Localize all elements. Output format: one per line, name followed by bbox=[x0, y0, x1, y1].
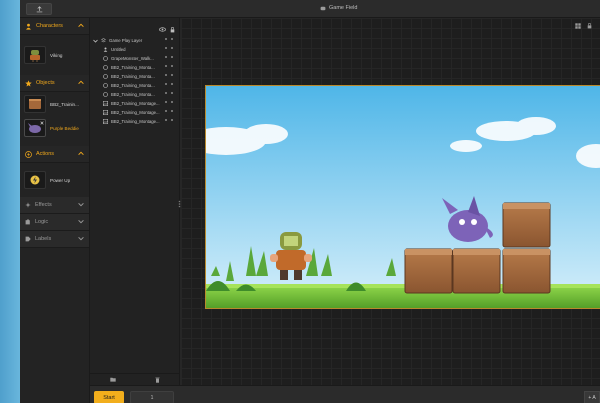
desktop-background bbox=[0, 0, 20, 403]
circle-icon bbox=[102, 74, 108, 79]
layer-row-label: BB2_Training_Monta... bbox=[111, 65, 155, 70]
layer-row-label: GrapeMonster_Walk... bbox=[111, 56, 154, 61]
list-item-label: Viking bbox=[50, 52, 63, 58]
section-actions[interactable]: Actions bbox=[20, 146, 89, 163]
viking-thumbnail bbox=[24, 46, 46, 64]
layer-row-label: BB2_Training_Monta... bbox=[111, 92, 155, 97]
asset-sidebar: Characters Viking Objects BB2_Trainin... bbox=[20, 18, 90, 403]
list-item-purple-beddie[interactable]: Purple Beddie bbox=[20, 116, 89, 140]
layer-row[interactable]: BB2_Training_Montage... bbox=[102, 117, 179, 126]
list-item-label: Purple Beddie bbox=[50, 125, 79, 131]
layer-root-label: Game Play Layer bbox=[109, 38, 143, 43]
layer-row[interactable]: BB2_Training_Montage... bbox=[102, 99, 179, 108]
layer-row-label: BB2_Training_Montage... bbox=[111, 110, 160, 115]
close-icon[interactable] bbox=[40, 121, 44, 125]
layer-row[interactable]: GrapeMonster_Walk... bbox=[102, 54, 179, 63]
layers-footer bbox=[90, 373, 180, 385]
layer-row-label: BB2_Training_Monta... bbox=[111, 83, 155, 88]
layers-panel: Game Play Layer Untitled GrapeMonster_Wa… bbox=[90, 18, 180, 385]
list-item-power-up[interactable]: Power Up bbox=[20, 163, 89, 197]
upload-icon bbox=[36, 5, 42, 12]
trash-icon[interactable] bbox=[155, 377, 160, 383]
page-input[interactable]: 1 bbox=[130, 391, 174, 403]
layer-row[interactable]: BB2_Training_Monta... bbox=[102, 72, 179, 81]
list-item-label: BB2_Trainin... bbox=[50, 101, 79, 107]
crate-thumbnail bbox=[24, 95, 46, 113]
chevron-up-icon bbox=[78, 151, 84, 156]
layer-row[interactable]: BB2_Training_Monta... bbox=[102, 90, 179, 99]
layer-row-label: BB2_Training_Montage... bbox=[111, 101, 160, 106]
chevron-up-icon bbox=[78, 23, 84, 28]
grid-icon[interactable] bbox=[575, 23, 581, 29]
section-logic-label: Logic bbox=[35, 219, 49, 225]
canvas-tools bbox=[575, 23, 592, 29]
window-title-text: Game Field bbox=[329, 5, 358, 11]
top-bar: Game Field bbox=[20, 0, 600, 18]
image-icon bbox=[102, 110, 108, 115]
layer-row[interactable]: Untitled bbox=[102, 45, 179, 54]
chevron-up-icon bbox=[78, 80, 84, 85]
power-up-thumbnail bbox=[24, 171, 46, 189]
chevron-down-icon bbox=[78, 219, 84, 224]
bolt-icon bbox=[25, 150, 32, 158]
window-title: Game Field bbox=[320, 5, 357, 11]
layer-root[interactable]: Game Play Layer bbox=[90, 36, 179, 45]
image-icon bbox=[102, 119, 108, 124]
list-item-label: Power Up bbox=[50, 177, 71, 183]
circle-icon bbox=[102, 56, 108, 61]
section-actions-label: Actions bbox=[36, 151, 55, 157]
image-icon bbox=[102, 101, 108, 106]
character-icon bbox=[26, 23, 31, 30]
layer-row-label: BB2_Training_Monta... bbox=[111, 74, 155, 79]
layer-row-label: Untitled bbox=[111, 47, 126, 52]
section-effects[interactable]: Effects bbox=[20, 197, 89, 214]
tag-icon bbox=[25, 236, 31, 242]
circle-icon bbox=[102, 83, 108, 88]
game-scene bbox=[206, 86, 600, 308]
add-button[interactable]: + A bbox=[584, 391, 600, 403]
section-objects[interactable]: Objects bbox=[20, 75, 89, 92]
chevron-down-icon bbox=[78, 236, 84, 241]
layers-icon bbox=[101, 38, 106, 43]
sparkle-icon bbox=[25, 202, 31, 208]
layer-row[interactable]: BB2_Training_Montage... bbox=[102, 108, 179, 117]
section-logic[interactable]: Logic bbox=[20, 214, 89, 231]
puzzle-icon bbox=[25, 219, 30, 225]
lock-icon[interactable] bbox=[587, 23, 592, 29]
gamepad-icon bbox=[320, 6, 326, 10]
section-labels-label: Labels bbox=[35, 236, 52, 242]
circle-icon bbox=[102, 65, 108, 70]
folder-icon[interactable] bbox=[110, 377, 116, 382]
layer-row[interactable]: BB2_Training_Monta... bbox=[102, 63, 179, 72]
section-effects-label: Effects bbox=[35, 202, 52, 208]
section-objects-label: Objects bbox=[36, 80, 55, 86]
person-icon bbox=[103, 47, 107, 52]
section-labels[interactable]: Labels bbox=[20, 231, 89, 248]
list-item-crate[interactable]: BB2_Trainin... bbox=[20, 92, 89, 116]
eye-icon[interactable] bbox=[159, 27, 166, 32]
editor-window: Game Field Characters Viking Objects BB2… bbox=[20, 0, 600, 403]
section-characters-label: Characters bbox=[36, 23, 63, 29]
list-item-viking[interactable]: Viking bbox=[20, 35, 89, 75]
chevron-down-icon bbox=[93, 39, 98, 43]
game-field[interactable] bbox=[205, 85, 600, 309]
star-icon bbox=[25, 79, 32, 87]
lock-icon[interactable] bbox=[170, 27, 175, 33]
canvas-area[interactable] bbox=[181, 18, 600, 385]
section-characters[interactable]: Characters bbox=[20, 18, 89, 35]
export-button[interactable] bbox=[26, 3, 52, 15]
purple-beddie-thumbnail bbox=[24, 119, 46, 137]
circle-icon bbox=[102, 92, 108, 97]
layer-row-label: BB2_Training_Montage... bbox=[111, 119, 160, 124]
layer-row[interactable]: BB2_Training_Monta... bbox=[102, 81, 179, 90]
bottom-bar: Start 1 + A bbox=[90, 385, 600, 403]
chevron-down-icon bbox=[78, 202, 84, 207]
start-button[interactable]: Start bbox=[94, 391, 124, 403]
